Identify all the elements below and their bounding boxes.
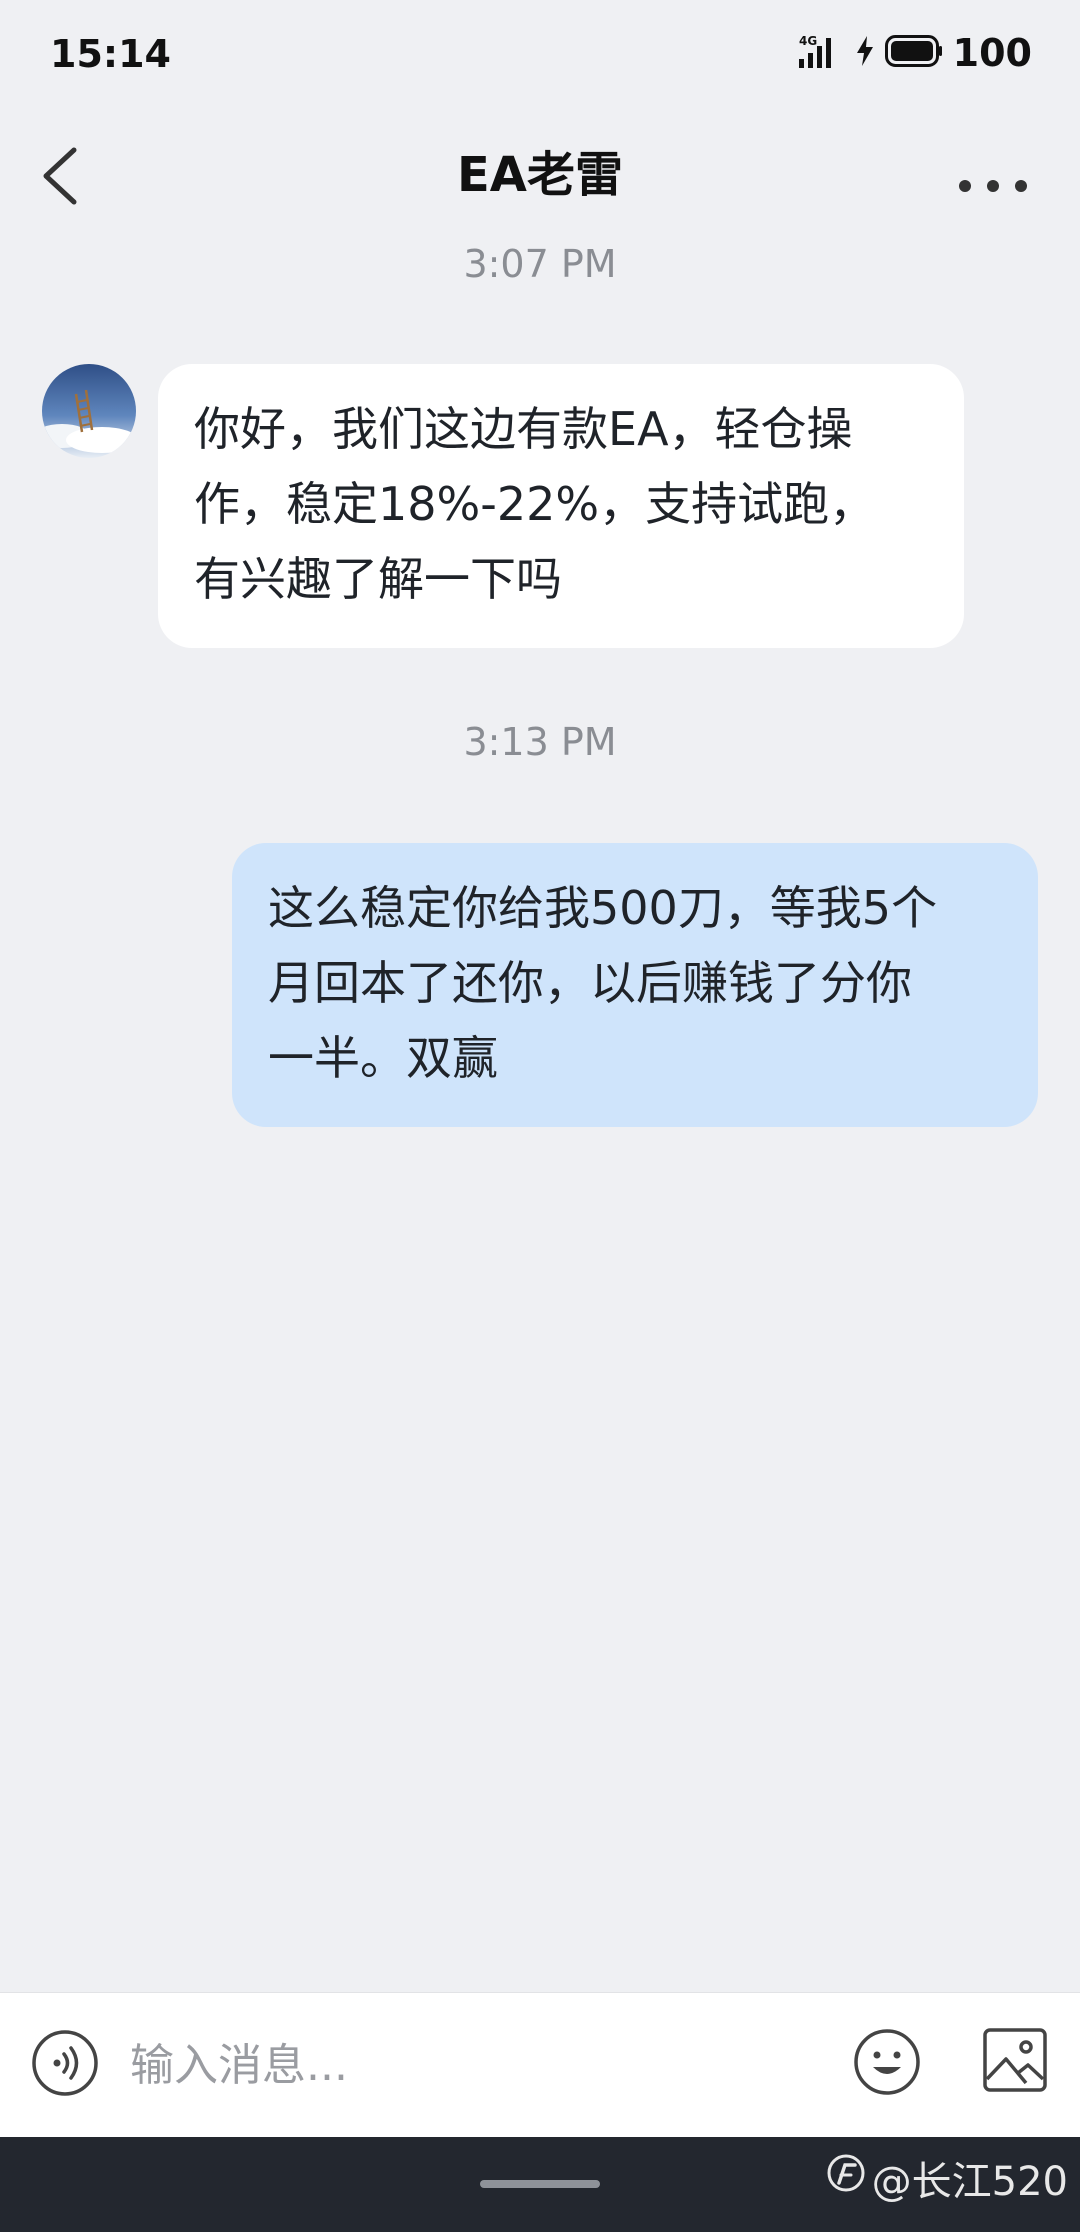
message-line: 月回本了还你，以后赚钱了分你 bbox=[268, 956, 912, 1010]
watermark-text: @长江520 bbox=[871, 2159, 1068, 2205]
home-indicator[interactable] bbox=[480, 2180, 600, 2188]
message-line: 你好，我们这边有款EA，轻仓操 bbox=[194, 402, 853, 456]
message-input[interactable] bbox=[130, 2023, 810, 2107]
watermark: @长江520 bbox=[826, 2149, 1068, 2207]
incoming-message-bubble[interactable]: 你好，我们这边有款EA，轻仓操 作，稳定18%-22%，支持试跑， 有兴趣了解一… bbox=[158, 364, 964, 648]
message-timestamp: 3:13 PM bbox=[463, 720, 617, 764]
outgoing-message-bubble[interactable]: 这么稳定你给我500刀，等我5个 月回本了还你，以后赚钱了分你 一半。双赢 bbox=[232, 843, 1038, 1127]
chat-screen: 15:14 4G 100 EA老雷 3:07 PM 你好，我们这边有款EA，轻仓… bbox=[0, 0, 1080, 2232]
message-line: 作，稳定18%-22%，支持试跑， bbox=[194, 477, 876, 531]
voice-icon bbox=[30, 2030, 100, 2102]
message-line: 一半。双赢 bbox=[268, 1031, 498, 1085]
weibo-logo-icon bbox=[826, 2153, 866, 2203]
charging-icon bbox=[855, 35, 875, 71]
image-icon bbox=[982, 2028, 1048, 2097]
chat-header: EA老雷 bbox=[0, 110, 1080, 260]
message-line: 这么稳定你给我500刀，等我5个 bbox=[268, 881, 938, 935]
signal-icon: 4G bbox=[798, 33, 845, 73]
svg-text:4G: 4G bbox=[799, 34, 817, 48]
message-timestamp: 3:07 PM bbox=[463, 242, 617, 286]
voice-button[interactable] bbox=[30, 2028, 100, 2098]
battery-percentage: 100 bbox=[952, 31, 1032, 75]
message-line: 有兴趣了解一下吗 bbox=[194, 552, 562, 606]
contact-avatar[interactable] bbox=[42, 364, 136, 458]
message-input-bar bbox=[0, 1992, 1080, 2137]
status-bar: 15:14 4G 100 bbox=[0, 0, 1080, 110]
status-icons: 4G 100 bbox=[798, 30, 1032, 76]
status-time: 15:14 bbox=[50, 32, 171, 76]
battery-icon bbox=[884, 35, 943, 71]
more-options-button[interactable] bbox=[950, 140, 1040, 210]
chat-title: EA老雷 bbox=[457, 147, 623, 203]
more-horizontal-icon bbox=[950, 180, 1040, 214]
emoji-icon bbox=[852, 2029, 922, 2101]
system-nav-bar: @长江520 bbox=[0, 2137, 1080, 2232]
emoji-button[interactable] bbox=[852, 2027, 922, 2097]
image-button[interactable] bbox=[982, 2027, 1048, 2093]
